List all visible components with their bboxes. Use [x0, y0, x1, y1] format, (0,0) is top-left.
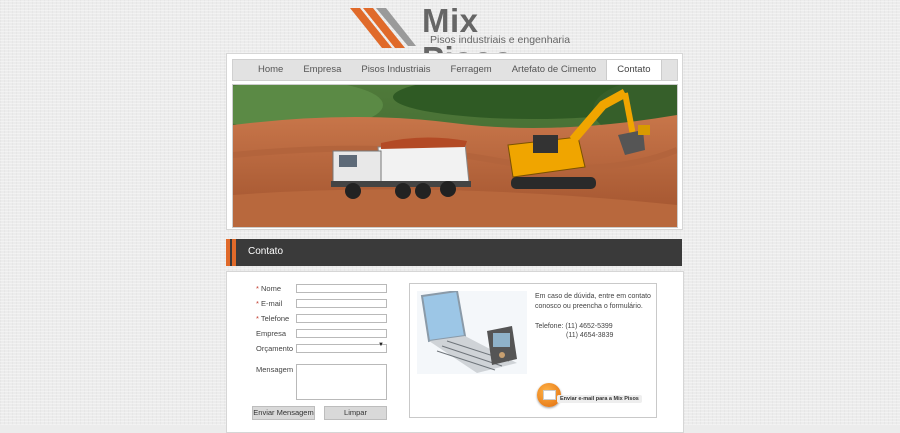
section-title: Contato	[248, 246, 284, 257]
label-email: * E-mail	[256, 299, 283, 308]
logo[interactable]: Mix Pisos Pisos industriais e engenharia	[350, 2, 570, 77]
nav-item-contato[interactable]: Contato	[606, 60, 662, 80]
section-stripes-icon	[226, 239, 240, 266]
nav-item-artefato-de-cimento[interactable]: Artefato de Cimento	[502, 60, 607, 80]
nav-item-pisos-industriais[interactable]: Pisos Industriais	[351, 60, 440, 80]
contact-info-box: Em caso de dúvida, entre em contato cono…	[409, 283, 657, 418]
nav-item-ferragem[interactable]: Ferragem	[441, 60, 502, 80]
phone-secondary: (11) 4654-3839	[566, 332, 614, 339]
label-empresa: Empresa	[256, 329, 287, 338]
main-nav: Home Empresa Pisos Industriais Ferragem …	[232, 59, 678, 81]
contact-content: * Nome * E-mail * Telefone Empresa Orçam…	[226, 271, 684, 433]
send-message-button[interactable]: Enviar Mensagem	[252, 406, 315, 420]
nav-item-home[interactable]: Home	[233, 60, 293, 80]
telefone-input[interactable]	[296, 314, 387, 323]
send-email-button[interactable]: Enviar e-mail para a Mix Pisos	[533, 381, 642, 411]
logo-stripes-icon	[350, 8, 416, 48]
label-mensagem: Mensagem	[256, 365, 294, 374]
empresa-input[interactable]	[296, 329, 387, 338]
nav-item-empresa[interactable]: Empresa	[293, 60, 351, 80]
logo-subtitle: Pisos industriais e engenharia	[430, 34, 571, 46]
contact-help-text: Em caso de dúvida, entre em contato cono…	[535, 293, 651, 310]
construction-site-illustration	[233, 85, 677, 227]
phone-label: Telefone: (11) 4652-5399	[535, 323, 613, 330]
chevron-down-icon: ▼	[378, 342, 384, 348]
nome-input[interactable]	[296, 284, 387, 293]
envelope-icon	[543, 390, 556, 400]
mensagem-textarea[interactable]	[296, 364, 387, 400]
label-orcamento: Orçamento	[256, 344, 294, 353]
email-input[interactable]	[296, 299, 387, 308]
send-email-label: Enviar e-mail para a Mix Pisos	[557, 395, 642, 403]
label-telefone: * Telefone	[256, 314, 290, 323]
hero-banner-image	[232, 84, 678, 228]
label-nome: * Nome	[256, 284, 282, 293]
section-header: Contato	[226, 239, 682, 266]
header-frame: Home Empresa Pisos Industriais Ferragem …	[226, 53, 683, 230]
laptop-phone-image	[417, 291, 527, 374]
orcamento-select[interactable]: ▼	[296, 342, 387, 353]
clear-button[interactable]: Limpar	[324, 406, 387, 420]
